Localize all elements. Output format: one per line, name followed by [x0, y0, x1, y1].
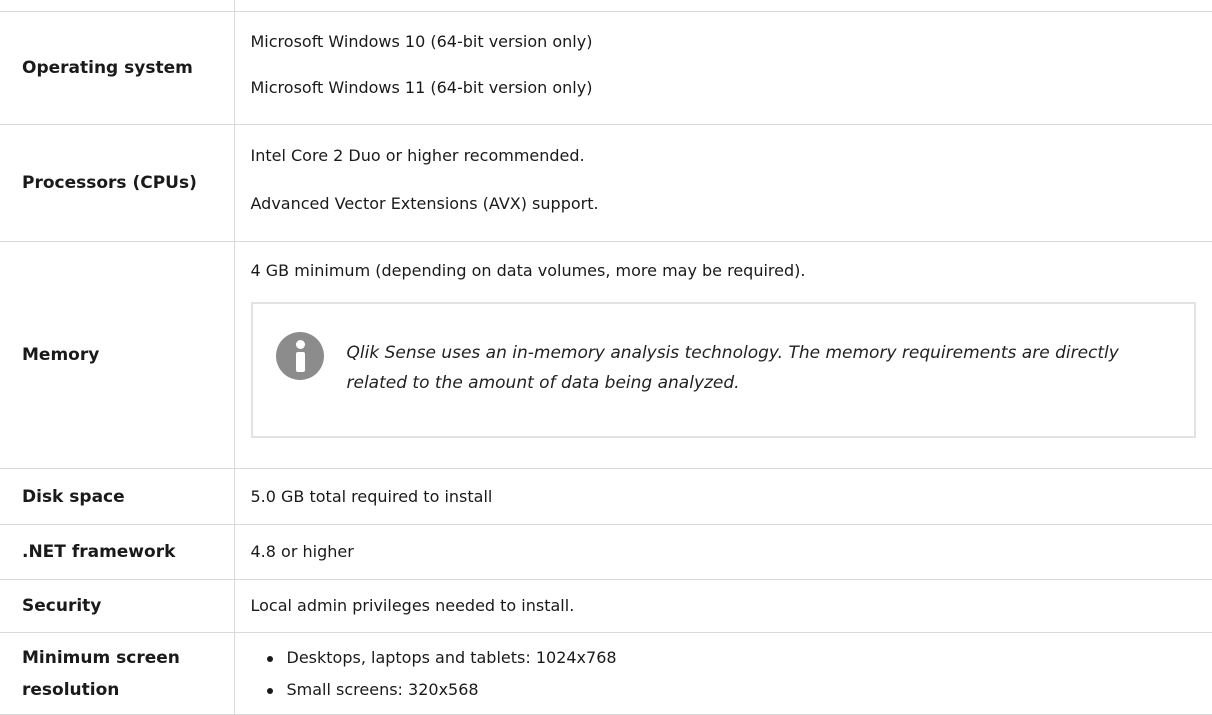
- table-row: Security Local admin privileges needed t…: [0, 579, 1212, 633]
- list-item-text: Small screens: 320x568: [286, 679, 479, 699]
- row-label: Disk space: [0, 468, 235, 525]
- value-line: Microsoft Windows 10 (64-bit version onl…: [250, 32, 593, 51]
- note-text: Qlik Sense uses an in-memory analysis te…: [346, 343, 1119, 393]
- table-row: Disk space 5.0 GB total required to inst…: [0, 468, 1212, 525]
- info-note: Qlik Sense uses an in-memory analysis te…: [250, 302, 1196, 438]
- info-icon: [275, 332, 324, 380]
- value-line: Microsoft Windows 11 (64-bit version onl…: [250, 78, 593, 97]
- table-row: Operating system Microsoft Windows 10 (6…: [0, 12, 1212, 125]
- system-requirements-table: Operating system Microsoft Windows 10 (6…: [0, 12, 1212, 715]
- table-row: .NET framework 4.8 or higher: [0, 524, 1212, 580]
- row-label: Minimum screen resolution: [0, 632, 235, 715]
- row-value: 4 GB minimum (depending on data volumes,…: [234, 241, 1212, 469]
- row-value: Microsoft Windows 10 (64-bit version onl…: [234, 12, 1212, 125]
- column-divider: [234, 0, 235, 12]
- list-item-text: Desktops, laptops and tablets: 1024x768: [286, 647, 617, 667]
- row-value: Intel Core 2 Duo or higher recommended. …: [234, 124, 1212, 242]
- table-row: Processors (CPUs) Intel Core 2 Duo or hi…: [0, 124, 1212, 242]
- bullet-icon: [266, 655, 273, 662]
- value-line: 4 GB minimum (depending on data volumes,…: [250, 261, 806, 280]
- list-item: Small screens: 320x568: [265, 679, 1197, 701]
- table-top-edge: [0, 0, 1212, 12]
- table-row: Minimum screen resolution Desktops, lapt…: [0, 632, 1212, 715]
- row-value: Desktops, laptops and tablets: 1024x768 …: [234, 632, 1212, 715]
- row-value: 5.0 GB total required to install: [234, 468, 1212, 525]
- bullet-list: Desktops, laptops and tablets: 1024x768 …: [251, 647, 1197, 701]
- row-label: Operating system: [0, 12, 235, 125]
- value-line: Advanced Vector Extensions (AVX) support…: [250, 194, 599, 213]
- list-item: Desktops, laptops and tablets: 1024x768: [265, 647, 1197, 669]
- table-row: Memory 4 GB minimum (depending on data v…: [0, 241, 1212, 469]
- row-label: Processors (CPUs): [0, 124, 235, 242]
- row-value: Local admin privileges needed to install…: [234, 579, 1212, 633]
- row-label: Memory: [0, 241, 235, 469]
- row-label: Security: [0, 579, 235, 633]
- row-value: 4.8 or higher: [234, 524, 1212, 580]
- bullet-icon: [266, 687, 273, 694]
- value-line: Intel Core 2 Duo or higher recommended.: [250, 146, 585, 165]
- row-label: .NET framework: [0, 524, 235, 580]
